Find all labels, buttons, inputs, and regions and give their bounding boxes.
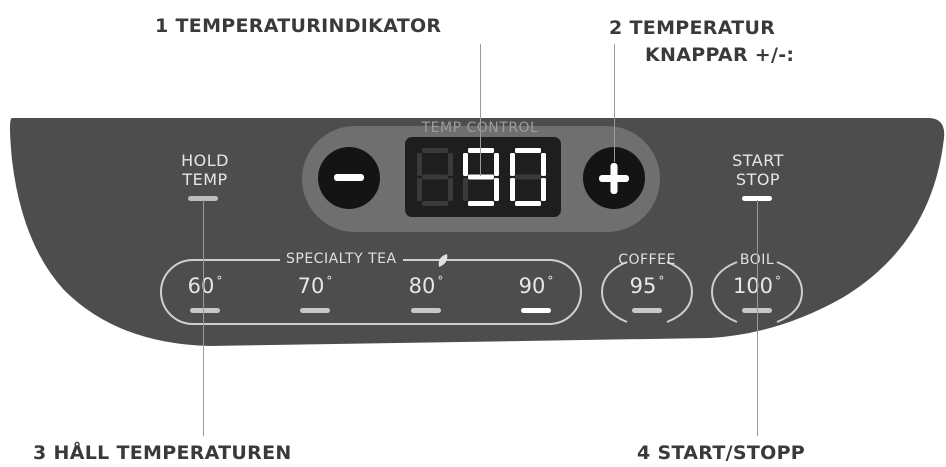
preset-value: 60 xyxy=(187,274,215,298)
indicator-60 xyxy=(190,308,220,313)
hold-label-line2: TEMP xyxy=(182,170,228,189)
degree-unit: ° xyxy=(547,274,554,288)
degree-unit: ° xyxy=(216,274,223,288)
leader-line-2 xyxy=(614,44,615,162)
coffee-label: COFFEE xyxy=(618,252,676,268)
preset-value: 70 xyxy=(297,274,325,298)
display-segment xyxy=(422,201,448,206)
start-stop-button[interactable]: START STOP xyxy=(713,151,803,189)
leader-line-1 xyxy=(480,44,481,176)
minus-button[interactable] xyxy=(318,147,380,209)
display-segment xyxy=(422,174,448,180)
display-segment xyxy=(448,178,453,201)
display-segment xyxy=(463,153,468,176)
hold-label-line1: HOLD xyxy=(181,151,229,170)
degree-unit: ° xyxy=(775,274,782,288)
display-segment xyxy=(422,148,448,153)
display-segment xyxy=(463,178,468,201)
preset-60-button[interactable]: 60 ° xyxy=(170,274,240,298)
hold-temp-button[interactable]: HOLD TEMP xyxy=(160,151,250,189)
preset-value: 80 xyxy=(408,274,436,298)
leader-line-3 xyxy=(203,200,204,436)
preset-70-button[interactable]: 70 ° xyxy=(280,274,350,298)
start-label-line1: START xyxy=(732,151,784,170)
display-segment xyxy=(515,148,541,153)
control-panel xyxy=(10,118,945,346)
display-segment xyxy=(468,201,494,206)
display-segment xyxy=(494,178,499,201)
display-segment xyxy=(515,174,541,180)
display-segment xyxy=(468,174,494,180)
display-segment xyxy=(448,153,453,176)
display-segment xyxy=(541,178,546,201)
preset-value: 90 xyxy=(518,274,546,298)
display-segment xyxy=(541,153,546,176)
display-segment xyxy=(510,153,515,176)
indicator-70 xyxy=(300,308,330,313)
specialty-tea-label: SPECIALTY TEA xyxy=(280,252,403,266)
degree-unit: ° xyxy=(437,274,444,288)
minus-icon xyxy=(334,174,364,181)
display-segment xyxy=(417,153,422,176)
display-segment xyxy=(494,153,499,176)
preset-80-button[interactable]: 80 ° xyxy=(391,274,461,298)
indicator-90 xyxy=(521,308,551,313)
display-segment xyxy=(515,201,541,206)
display-segment xyxy=(510,178,515,201)
leader-line-4 xyxy=(757,200,758,436)
degree-unit: ° xyxy=(326,274,333,288)
display-segment xyxy=(468,148,494,153)
indicator-95 xyxy=(632,308,662,313)
coffee-value: 95 xyxy=(629,274,657,298)
display-segment xyxy=(417,178,422,201)
preset-90-button[interactable]: 90 ° xyxy=(501,274,571,298)
boil-value: 100 xyxy=(732,274,774,298)
degree-unit: ° xyxy=(658,274,665,288)
coffee-button[interactable]: 95 ° xyxy=(612,274,682,298)
start-label-line2: STOP xyxy=(735,170,781,189)
indicator-80 xyxy=(411,308,441,313)
